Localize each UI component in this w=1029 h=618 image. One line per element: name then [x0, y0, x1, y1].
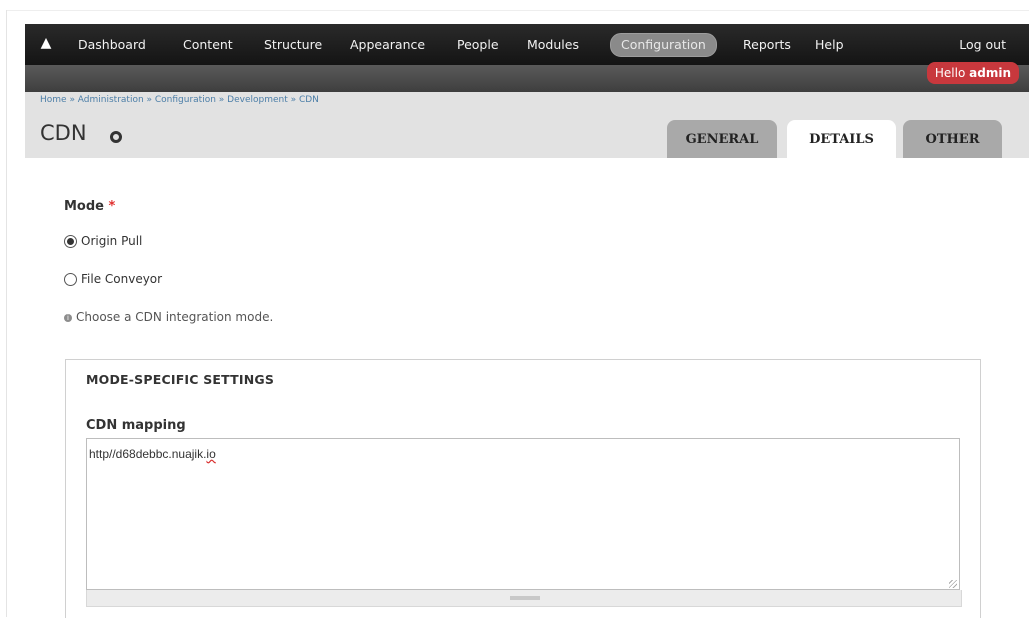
menu-reports[interactable]: Reports	[743, 35, 791, 55]
admin-toolbar: ▲ Dashboard Content Structure Appearance…	[25, 24, 1029, 65]
frame-border-left	[6, 10, 7, 617]
menu-people[interactable]: People	[457, 35, 499, 55]
menu-appearance[interactable]: Appearance	[350, 35, 425, 55]
resize-grip-icon[interactable]	[949, 580, 957, 588]
tab-details[interactable]: DETAILS	[787, 120, 896, 158]
mode-help-label: Choose a CDN integration mode.	[76, 310, 274, 324]
fieldset-legend: MODE-SPECIFIC SETTINGS	[86, 372, 275, 387]
logout-link[interactable]: Log out	[959, 35, 1006, 55]
page-title: CDN	[40, 121, 87, 145]
textarea-resize-bar[interactable]	[86, 590, 962, 607]
menu-configuration[interactable]: Configuration	[610, 33, 717, 57]
mode-label-text: Mode	[64, 199, 104, 214]
required-marker: *	[108, 199, 116, 214]
home-icon[interactable]: ▲	[39, 36, 53, 50]
mode-label: Mode *	[64, 199, 115, 214]
cdn-mapping-label: CDN mapping	[86, 418, 186, 433]
user-badge[interactable]: Hello admin	[926, 62, 1019, 84]
menu-structure[interactable]: Structure	[264, 35, 322, 55]
radio-file-conveyor-control[interactable]	[64, 273, 77, 286]
shortcut-bar	[25, 65, 1029, 92]
breadcrumb[interactable]: Home » Administration » Configuration » …	[40, 95, 319, 105]
menu-modules[interactable]: Modules	[527, 35, 579, 55]
menu-content[interactable]: Content	[183, 35, 233, 55]
radio-origin-pull-control[interactable]	[64, 235, 77, 248]
radio-origin-pull-label[interactable]: Origin Pull	[81, 234, 142, 248]
info-icon: i	[64, 314, 72, 322]
mode-help-text: i Choose a CDN integration mode.	[64, 310, 273, 324]
tab-other[interactable]: OTHER	[903, 120, 1002, 158]
gear-icon[interactable]	[110, 131, 122, 143]
user-name: admin	[969, 66, 1011, 80]
tab-general[interactable]: GENERAL	[667, 120, 777, 158]
cdn-mapping-textarea[interactable]: http//d68debbc.nuajik.io	[86, 438, 960, 590]
menu-dashboard[interactable]: Dashboard	[78, 35, 146, 55]
menu-help[interactable]: Help	[815, 35, 844, 55]
user-greeting: Hello	[934, 66, 966, 80]
spellcheck-underline: io	[206, 447, 216, 461]
drag-handle-icon[interactable]	[510, 596, 540, 600]
radio-file-conveyor-label[interactable]: File Conveyor	[81, 272, 162, 286]
cdn-mapping-value-prefix: http//d68debbc.nuajik.	[89, 447, 207, 461]
frame-border-top	[6, 10, 1029, 11]
